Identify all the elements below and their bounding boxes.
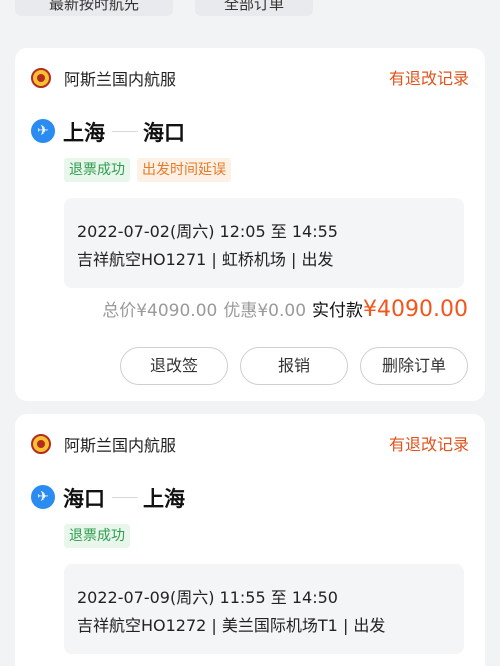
refund-change-button[interactable]: 退改签 [120,347,228,385]
filter-chip-latest[interactable]: 最新按时航先 [15,0,173,16]
order-card-header: 阿斯兰国内航服 有退改记录 [15,414,485,472]
order-card[interactable]: 阿斯兰国内航服 有退改记录 ✈ 上海 海口 退票成功 出发时间延误 2022-0… [15,48,485,401]
change-record-link[interactable]: 有退改记录 [389,431,469,455]
route-divider [112,131,138,132]
order-card[interactable]: 阿斯兰国内航服 有退改记录 ✈ 海口 上海 退票成功 2022-07-09(周六… [15,414,485,666]
airline-name: 阿斯兰国内航服 [64,436,177,455]
price-discount: 优惠¥0.00 [223,301,307,321]
price-summary: 总价¥4090.00 优惠¥0.00 实付款¥4090.00 [102,296,468,324]
route-destination: 上海 [143,487,185,511]
flight-info: 吉祥航空HO1271 | 虹桥机场 | 出发 [77,250,334,269]
route-origin: 海口 [63,487,105,511]
price-total: 总价¥4090.00 [102,301,218,321]
price-paid-label: 实付款 [312,301,364,321]
airline-logo-icon [31,68,51,88]
change-record-link[interactable]: 有退改记录 [389,65,469,89]
flight-time: 2022-07-02(周六) 12:05 至 14:55 [77,222,338,241]
delete-order-button[interactable]: 删除订单 [360,347,468,385]
route-origin: 上海 [63,121,105,145]
airline-name: 阿斯兰国内航服 [64,70,177,89]
price-paid-amount: ¥4090.00 [363,297,468,322]
flight-detail-box[interactable]: 2022-07-09(周六) 11:55 至 14:50 吉祥航空HO1272 … [64,564,464,654]
route: ✈ 上海 海口 [31,117,451,145]
airline-logo-icon [31,434,51,454]
plane-icon: ✈ [31,119,55,143]
route-destination: 海口 [143,121,185,145]
filter-chip-all-orders[interactable]: 全部订单 [195,0,313,16]
route-divider [112,497,138,498]
reimburse-button[interactable]: 报销 [240,347,348,385]
flight-detail-box[interactable]: 2022-07-02(周六) 12:05 至 14:55 吉祥航空HO1271 … [64,198,464,288]
status-badge-refund: 退票成功 [64,158,130,182]
flight-info: 吉祥航空HO1272 | 美兰国际机场T1 | 出发 [77,616,386,635]
order-card-header: 阿斯兰国内航服 有退改记录 [15,48,485,106]
flight-time: 2022-07-09(周六) 11:55 至 14:50 [77,588,338,607]
route: ✈ 海口 上海 [31,483,451,511]
status-badge-refund: 退票成功 [64,524,130,548]
status-badge-delay: 出发时间延误 [137,158,231,182]
plane-icon: ✈ [31,485,55,509]
